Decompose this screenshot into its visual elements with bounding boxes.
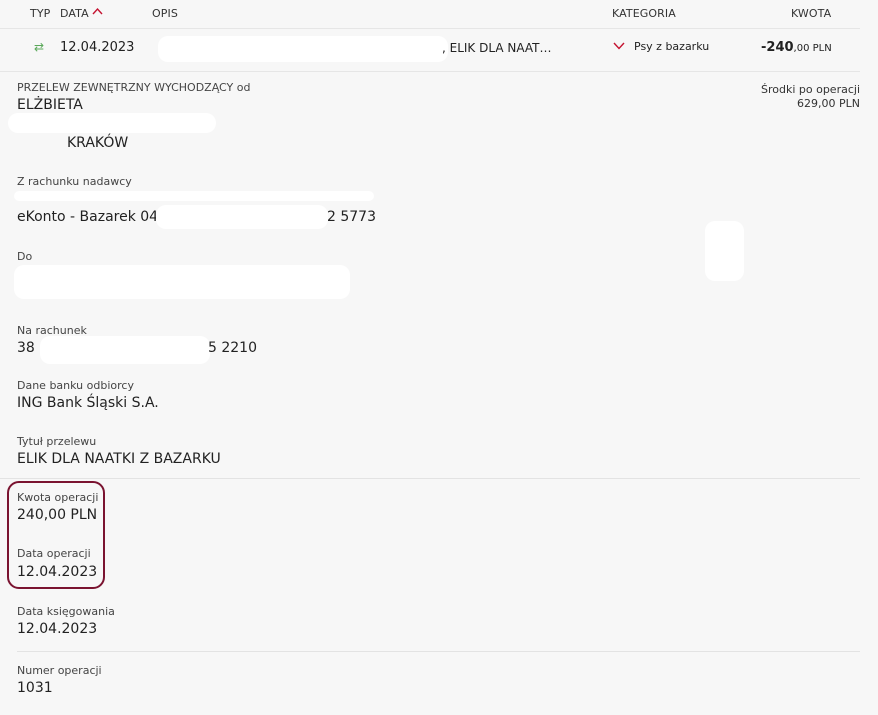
col-kwota[interactable]: KWOTA (791, 7, 831, 20)
booking-date-label: Data księgowania (17, 605, 115, 618)
redacted-block (14, 265, 350, 299)
sender-name: ELŻBIETA (17, 97, 83, 113)
op-number-label: Numer operacji (17, 664, 102, 677)
from-account-label: Z rachunku nadawcy (17, 175, 132, 188)
redacted-block (156, 205, 328, 229)
op-number-value: 1031 (17, 680, 53, 696)
from-account-end: 2 5773 (327, 209, 376, 225)
amount-label: Kwota operacji (17, 491, 99, 504)
redacted-block (158, 36, 448, 62)
divider (0, 478, 860, 479)
amount-cents: ,00 PLN (793, 43, 832, 54)
redacted-block (8, 113, 216, 133)
balance-after-label: Środki po operacji (760, 83, 860, 96)
redacted-block (40, 336, 210, 364)
to-account-end: 5 2210 (208, 340, 257, 356)
op-date-label: Data operacji (17, 547, 91, 560)
table-header: TYP DATA OPIS KATEGORIA KWOTA (0, 0, 878, 28)
transaction-description: , ELIK DLA NAAT… (442, 41, 552, 55)
transfer-type-label: PRZELEW ZEWNĘTRZNY WYCHODZĄCY od (17, 81, 251, 94)
to-account-start: 38 (17, 340, 35, 356)
title-label: Tytuł przelewu (17, 435, 97, 448)
chevron-down-icon[interactable] (613, 42, 625, 50)
col-data[interactable]: DATA (60, 7, 89, 20)
transaction-date: 12.04.2023 (60, 40, 135, 55)
sender-city: KRAKÓW (67, 135, 129, 151)
booking-date-value: 12.04.2023 (17, 621, 98, 637)
title-value: ELIK DLA NAATKI Z BAZARKU (17, 451, 221, 467)
bank-value: ING Bank Śląski S.A. (17, 395, 159, 411)
col-kategoria[interactable]: KATEGORIA (612, 7, 676, 20)
amount-value: 240,00 PLN (17, 507, 98, 523)
redacted-block (14, 191, 374, 201)
col-opis[interactable]: OPIS (152, 7, 178, 20)
category-label[interactable]: Psy z bazarku (634, 40, 709, 53)
redacted-block (705, 221, 744, 281)
transfer-arrows-icon: ⇄ (34, 40, 45, 54)
chevron-up-icon[interactable] (92, 7, 103, 15)
transaction-amount: -240,00 PLN (761, 40, 832, 55)
divider (17, 651, 860, 652)
col-typ[interactable]: TYP (30, 7, 50, 20)
bank-label: Dane banku odbiorcy (17, 379, 134, 392)
transaction-row[interactable]: ⇄ 12.04.2023 , ELIK DLA NAAT… Psy z baza… (0, 28, 860, 72)
balance-after-value: 629,00 PLN (797, 97, 860, 110)
from-account-name: eKonto - Bazarek 04 (17, 209, 159, 225)
op-date-value: 12.04.2023 (17, 564, 98, 580)
to-label: Do (17, 250, 33, 263)
amount-main: -240 (761, 40, 794, 55)
